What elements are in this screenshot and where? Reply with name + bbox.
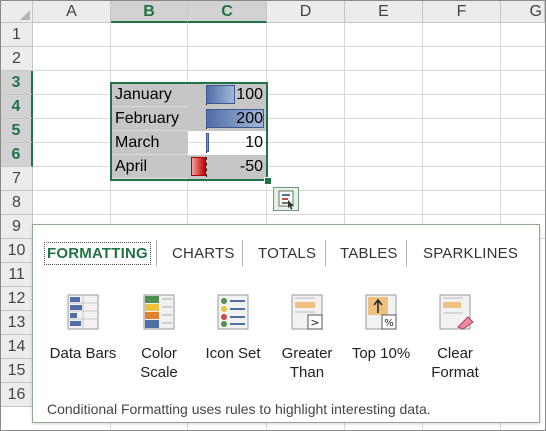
row-header-13[interactable]: 13	[1, 311, 33, 335]
row-header-9[interactable]: 9	[1, 215, 33, 239]
icon-set-label: Icon Set	[205, 345, 261, 362]
data-bars-label: Data Bars	[49, 345, 117, 362]
row-header-3[interactable]: 3	[1, 71, 33, 95]
top-10-percent-icon: %	[365, 294, 397, 330]
row-header-4[interactable]: 4	[1, 95, 33, 119]
svg-text:>: >	[310, 316, 319, 329]
column-header-b[interactable]: B	[111, 1, 188, 23]
data-bars-icon	[67, 294, 99, 330]
cell-b3[interactable]: January	[111, 83, 188, 107]
column-header-g[interactable]: G	[501, 1, 545, 23]
color-scale-icon	[143, 294, 175, 330]
column-header-e[interactable]: E	[345, 1, 423, 23]
cell-value: 100	[236, 86, 263, 103]
cell-c3[interactable]: 100	[188, 83, 267, 107]
column-header-f[interactable]: F	[423, 1, 501, 23]
row-header-10[interactable]: 10	[1, 239, 33, 263]
spreadsheet-window: A B C D E F G 1 2 3 4 5 6 7 8 9 10 11 12…	[0, 0, 546, 431]
fill-handle[interactable]	[264, 177, 272, 185]
select-all-corner[interactable]	[1, 1, 33, 23]
icon-set-icon	[217, 294, 249, 330]
row-header-1[interactable]: 1	[1, 23, 33, 47]
data-bar	[205, 133, 209, 152]
cell-value: 10	[245, 134, 263, 151]
greater-than-label: Greater Than	[281, 345, 333, 381]
row-header-2[interactable]: 2	[1, 47, 33, 71]
quick-analysis-icon	[278, 190, 294, 210]
cell-b4[interactable]: February	[111, 107, 188, 131]
tab-tables[interactable]: TABLES	[340, 245, 398, 262]
cell-b5[interactable]: March	[111, 131, 188, 155]
greater-than-icon: >	[291, 294, 323, 330]
quick-analysis-description: Conditional Formatting uses rules to hig…	[47, 401, 431, 417]
svg-text:%: %	[384, 318, 394, 329]
cell-value: 200	[236, 110, 263, 127]
data-bars-option[interactable]: Data Bars	[43, 293, 123, 363]
row-header-14[interactable]: 14	[1, 335, 33, 359]
tab-charts[interactable]: CHARTS	[172, 245, 235, 262]
row-header-15[interactable]: 15	[1, 359, 33, 383]
cell-c6[interactable]: -50	[188, 155, 267, 179]
color-scale-option[interactable]: Color Scale	[119, 293, 199, 382]
column-header-a[interactable]: A	[33, 1, 111, 23]
tab-sparklines[interactable]: SPARKLINES	[423, 245, 518, 262]
cell-b6[interactable]: April	[111, 155, 188, 179]
row-header-5[interactable]: 5	[1, 119, 33, 143]
color-scale-label: Color Scale	[140, 345, 178, 381]
data-bar	[191, 157, 206, 176]
data-bar-axis	[205, 157, 207, 177]
column-header-d[interactable]: D	[267, 1, 345, 23]
row-header-7[interactable]: 7	[1, 167, 33, 191]
greater-than-option[interactable]: > Greater Than	[267, 293, 347, 382]
row-header-11[interactable]: 11	[1, 263, 33, 287]
row-header-16[interactable]: 16	[1, 383, 33, 407]
data-bar	[205, 85, 235, 104]
quick-analysis-panel: FORMATTING CHARTS TOTALS TABLES SPARKLIN…	[32, 224, 540, 423]
column-header-c[interactable]: C	[188, 1, 267, 23]
row-header-8[interactable]: 8	[1, 191, 33, 215]
icon-set-option[interactable]: Icon Set	[193, 293, 273, 363]
top-10-percent-label: Top 10%	[351, 345, 411, 362]
tab-formatting[interactable]: FORMATTING	[44, 242, 151, 265]
quick-analysis-button[interactable]	[273, 187, 299, 211]
clear-format-label: Clear Format	[431, 345, 479, 381]
cell-c5[interactable]: 10	[188, 131, 267, 155]
top-10-percent-option[interactable]: % Top 10%	[341, 293, 421, 363]
row-header-6[interactable]: 6	[1, 143, 33, 167]
clear-format-icon	[439, 294, 474, 330]
row-header-12[interactable]: 12	[1, 287, 33, 311]
tab-totals[interactable]: TOTALS	[258, 245, 316, 262]
cell-c4[interactable]: 200	[188, 107, 267, 131]
clear-format-option[interactable]: Clear Format	[415, 293, 495, 382]
cell-value: -50	[239, 158, 263, 175]
